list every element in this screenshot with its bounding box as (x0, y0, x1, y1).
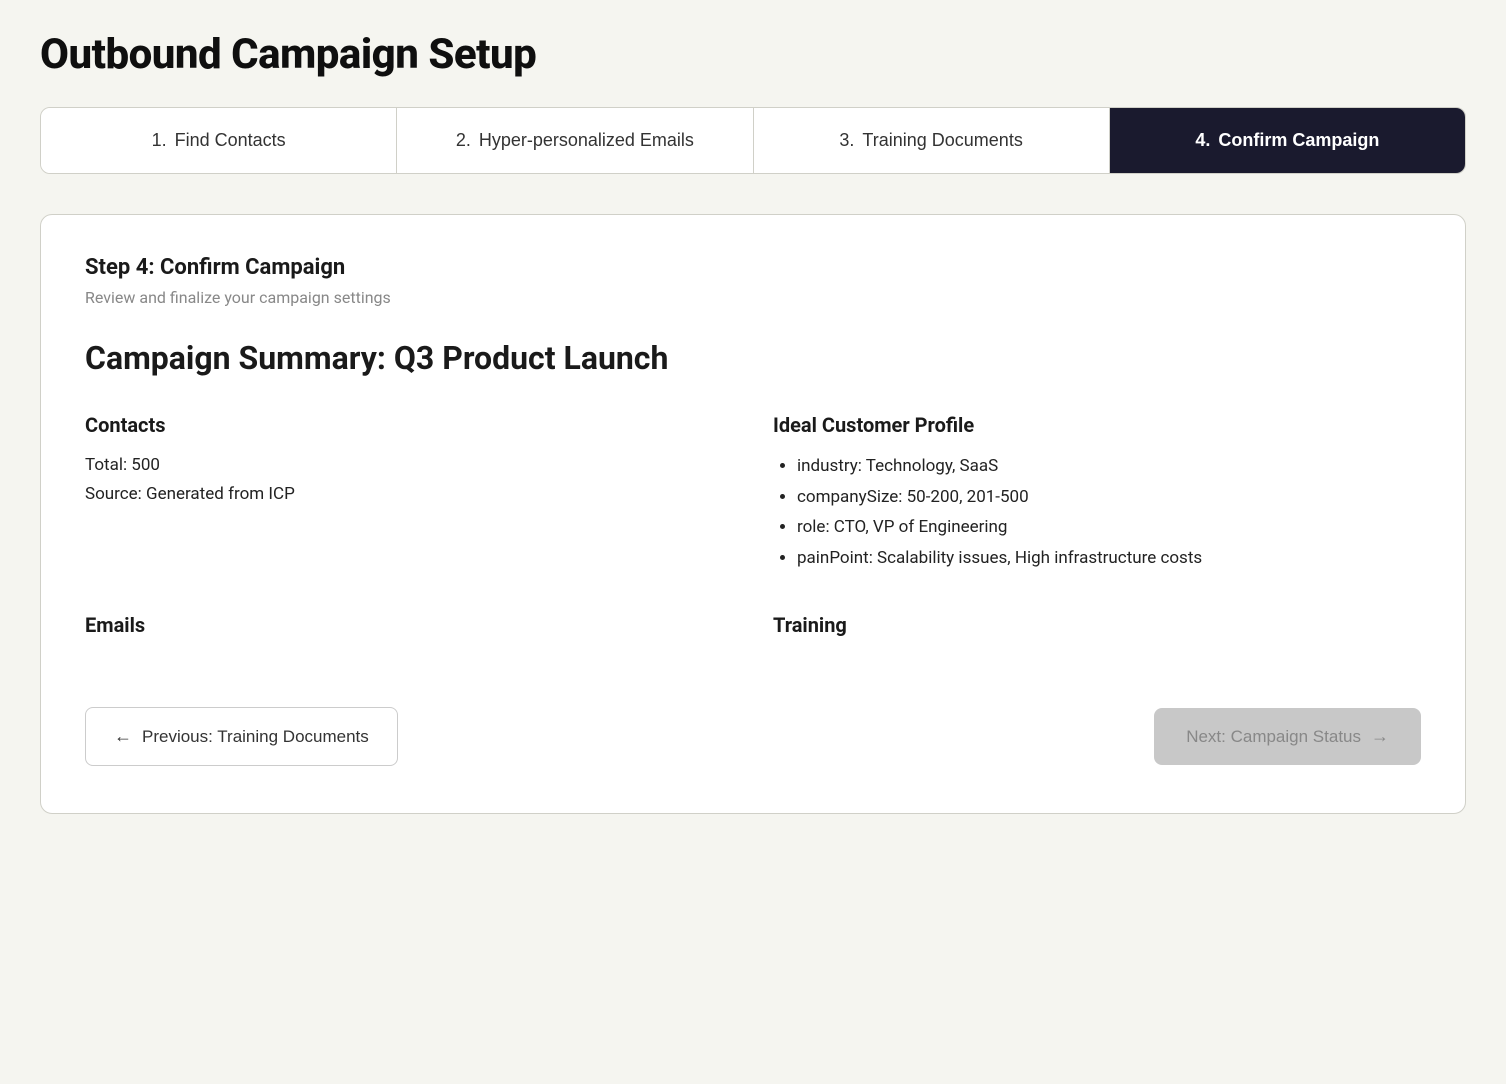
icp-item-role: role: CTO, VP of Engineering (797, 512, 1421, 543)
content-card: Step 4: Confirm Campaign Review and fina… (40, 214, 1466, 814)
icp-item-industry: industry: Technology, SaaS (797, 451, 1421, 482)
contacts-title: Contacts (85, 413, 733, 437)
step-header-subtitle: Review and finalize your campaign settin… (85, 288, 1421, 307)
summary-grid: Contacts Total: 500 Source: Generated fr… (85, 413, 1421, 573)
contacts-total: Total: 500 (85, 451, 733, 480)
step-header: Step 4: Confirm Campaign Review and fina… (85, 255, 1421, 307)
icp-section: Ideal Customer Profile industry: Technol… (773, 413, 1421, 573)
next-button-label: Next: Campaign Status (1186, 727, 1361, 747)
contacts-source: Source: Generated from ICP (85, 480, 733, 509)
emails-title: Emails (85, 613, 733, 637)
step-4-label: Confirm Campaign (1218, 130, 1379, 151)
steps-navigation: 1. Find Contacts 2. Hyper-personalized E… (40, 107, 1466, 174)
step-header-title: Step 4: Confirm Campaign (85, 255, 1421, 280)
icp-item-company-size: companySize: 50-200, 201-500 (797, 482, 1421, 513)
training-section: Training (773, 613, 1421, 637)
step-3-number: 3. (839, 130, 854, 151)
step-tab-4[interactable]: 4. Confirm Campaign (1110, 108, 1465, 173)
step-tab-2[interactable]: 2. Hyper-personalized Emails (397, 108, 753, 173)
step-tab-1[interactable]: 1. Find Contacts (41, 108, 397, 173)
icp-item-pain-point: painPoint: Scalability issues, High infr… (797, 543, 1421, 574)
step-tab-3[interactable]: 3. Training Documents (754, 108, 1110, 173)
step-2-label: Hyper-personalized Emails (479, 130, 694, 151)
bottom-section-grid: Emails Training (85, 613, 1421, 637)
icp-title: Ideal Customer Profile (773, 413, 1421, 437)
left-arrow-icon: ← (114, 726, 132, 747)
campaign-summary-title: Campaign Summary: Q3 Product Launch (85, 339, 1421, 377)
emails-section: Emails (85, 613, 733, 637)
next-button[interactable]: Next: Campaign Status → (1154, 708, 1421, 765)
icp-list: industry: Technology, SaaS companySize: … (773, 451, 1421, 573)
step-4-number: 4. (1195, 130, 1210, 151)
step-3-label: Training Documents (862, 130, 1022, 151)
training-title: Training (773, 613, 1421, 637)
prev-button-label: Previous: Training Documents (142, 727, 369, 747)
page-title: Outbound Campaign Setup (40, 30, 1466, 79)
step-1-label: Find Contacts (175, 130, 286, 151)
nav-buttons: ← Previous: Training Documents Next: Cam… (85, 687, 1421, 766)
contacts-section: Contacts Total: 500 Source: Generated fr… (85, 413, 733, 573)
right-arrow-icon: → (1371, 726, 1389, 747)
step-2-number: 2. (456, 130, 471, 151)
prev-button[interactable]: ← Previous: Training Documents (85, 707, 398, 766)
step-1-number: 1. (152, 130, 167, 151)
